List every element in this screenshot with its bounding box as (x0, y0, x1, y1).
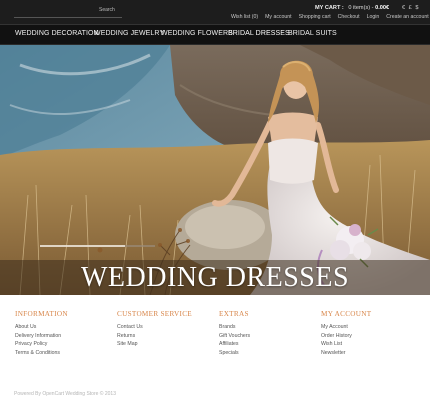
order-history-link[interactable]: Order History (321, 332, 371, 341)
footer-column-customer-service: CUSTOMER SERVICE Contact Us Returns Site… (117, 310, 192, 349)
cart-label: MY CART : (315, 5, 344, 11)
main-navigation: WEDDING DECORATION WEDDING JEWELRY WEDDI… (0, 25, 430, 45)
copyright-text: Powered By OpenCart Wedding Store © 2013 (14, 391, 116, 397)
about-us-link[interactable]: About Us (15, 323, 68, 332)
returns-link[interactable]: Returns (117, 332, 192, 341)
site-map-link[interactable]: Site Map (117, 340, 192, 349)
top-bar: Search MY CART : 0 item(s) - 0.00€ € £ $… (0, 0, 430, 25)
login-link[interactable]: Login (367, 14, 380, 20)
footer-column-information: INFORMATION About Us Delivery Informatio… (15, 310, 68, 357)
search-box: Search (14, 6, 122, 18)
footer-column-title: INFORMATION (15, 310, 68, 318)
cart-items: 0 item(s) - (348, 5, 374, 11)
search-input[interactable] (14, 6, 94, 17)
hero-image (0, 45, 430, 295)
nav-wedding-flowers[interactable]: WEDDING FLOWERS (161, 30, 233, 37)
search-button[interactable]: Search (99, 7, 115, 13)
footer-column-title: CUSTOMER SERVICE (117, 310, 192, 318)
wishlist-link[interactable]: Wish list (0) (231, 14, 258, 20)
privacy-policy-link[interactable]: Privacy Policy (15, 340, 68, 349)
specials-link[interactable]: Specials (219, 349, 250, 358)
brands-link[interactable]: Brands (219, 323, 250, 332)
affiliates-link[interactable]: Affiliates (219, 340, 250, 349)
checkout-link[interactable]: Checkout (338, 14, 360, 20)
delivery-information-link[interactable]: Delivery Information (15, 332, 68, 341)
newsletter-link[interactable]: Newsletter (321, 349, 371, 358)
contact-us-link[interactable]: Contact Us (117, 323, 192, 332)
cart-total: 0.00€ (375, 5, 390, 11)
my-account-link[interactable]: My account (265, 14, 292, 20)
footer-column-my-account: MY ACCOUNT My Account Order History Wish… (321, 310, 371, 357)
footer-column-title: MY ACCOUNT (321, 310, 372, 318)
gift-vouchers-link[interactable]: Gift Vouchers (219, 332, 250, 341)
nav-wedding-jewelry[interactable]: WEDDING JEWELRY (94, 30, 164, 37)
account-links: Wish list (0) My account Shopping cart C… (231, 14, 429, 20)
nav-bridal-suits[interactable]: BRIDAL SUITS (288, 30, 337, 37)
slider-indicator-active[interactable] (40, 245, 125, 247)
create-account-link[interactable]: Create an account (386, 14, 428, 20)
footer-column-extras: EXTRAS Brands Gift Vouchers Affiliates S… (219, 310, 250, 357)
my-account-footer-link[interactable]: My Account (321, 323, 371, 332)
footer-column-title: EXTRAS (219, 310, 249, 318)
wish-list-footer-link[interactable]: Wish List (321, 340, 371, 349)
nav-wedding-decoration[interactable]: WEDDING DECORATION (15, 30, 99, 37)
slider-indicator[interactable] (125, 245, 155, 247)
hero-banner[interactable]: WEDDING DRESSES (0, 45, 430, 295)
currency-switcher[interactable]: € £ $ (402, 5, 419, 11)
terms-conditions-link[interactable]: Terms & Conditions (15, 349, 68, 358)
nav-bridal-dresses[interactable]: BRIDAL DRESSES (228, 30, 290, 37)
footer-links: INFORMATION About Us Delivery Informatio… (0, 310, 430, 370)
cart-summary[interactable]: MY CART : 0 item(s) - 0.00€ (315, 5, 389, 11)
shopping-cart-link[interactable]: Shopping cart (299, 14, 331, 20)
hero-caption: WEDDING DRESSES (80, 262, 350, 293)
